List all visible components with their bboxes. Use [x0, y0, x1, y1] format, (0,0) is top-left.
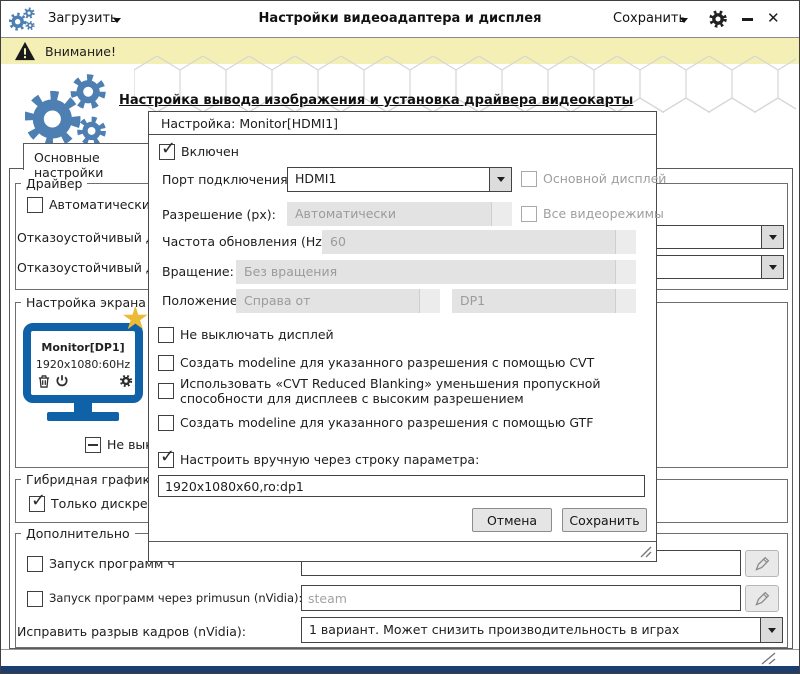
enabled-label: Включен — [181, 144, 239, 159]
gtf-modeline-label: Создать modeline для указанного разрешен… — [180, 415, 594, 430]
title-bar: Загрузить Настройки видеоадаптера и дисп… — [1, 1, 799, 38]
tear-select[interactable]: 1 вариант. Может снизить производительно… — [301, 617, 783, 643]
monitor-stand-base — [47, 412, 119, 421]
keep-display-on-label: Не выключать дисплей — [180, 327, 334, 342]
resolution-select: Автоматически — [287, 202, 512, 226]
chevron-down-icon[interactable] — [761, 226, 783, 248]
rotation-select: Без вращения — [236, 260, 636, 284]
minimize-icon[interactable] — [742, 18, 753, 21]
warning-text: Внимание! — [45, 44, 116, 59]
discrete-only-checkbox[interactable] — [29, 490, 46, 512]
tear-value: 1 вариант. Может снизить производительно… — [309, 622, 680, 637]
monitor-settings-dialog: Настройка: Monitor[HDMI1] Включен Порт п… — [148, 111, 666, 562]
refresh-rate-label: Частота обновления (Hz): — [162, 234, 331, 249]
port-label: Порт подключения: — [162, 172, 292, 187]
gear-icon[interactable] — [708, 9, 728, 29]
keep-display-on-checkbox[interactable] — [158, 327, 174, 343]
monitor-mode: 1920x1080:60Hz — [35, 358, 131, 371]
auto-driver-checkbox[interactable] — [27, 197, 43, 213]
gtf-modeline-checkbox[interactable] — [158, 415, 174, 431]
manual-param-label: Настроить вручную через строку параметра… — [180, 452, 480, 467]
cvt-modeline-label: Создать modeline для указанного разрешен… — [180, 355, 595, 370]
tear-label: Исправить разрыв кадров (nVidia): — [17, 624, 246, 639]
position-ref-select: DP1 — [452, 289, 636, 313]
resolution-value: Автоматически — [295, 206, 396, 221]
primus-input[interactable] — [301, 585, 741, 611]
close-icon[interactable]: ✕ — [767, 9, 780, 27]
group-hybrid-legend: Гибридная графика — [21, 472, 163, 487]
position-value: Справа от — [244, 293, 311, 308]
edit-icon — [755, 556, 770, 571]
edit-icon — [755, 591, 770, 606]
run-opts-checkbox[interactable] — [27, 556, 43, 572]
primary-display-label: Основной дисплей — [543, 171, 667, 186]
chevron-down-icon[interactable] — [489, 168, 511, 191]
edit-run-opts-button[interactable] — [745, 550, 779, 577]
edit-primus-button[interactable] — [745, 585, 779, 612]
resolution-label: Разрешение (px): — [162, 207, 276, 222]
cvt-reduced-label: Использовать «CVT Reduced Blanking» умен… — [180, 376, 601, 406]
chevron-down-icon[interactable] — [761, 256, 783, 278]
star-icon: ★ — [121, 299, 150, 337]
port-value: HDMI1 — [295, 171, 337, 186]
dialog-title: Настройка: Monitor[HDMI1] — [149, 112, 656, 135]
cvt-modeline-checkbox[interactable] — [158, 355, 174, 371]
manual-param-input[interactable] — [158, 475, 645, 497]
refresh-rate-value: 60 — [330, 234, 346, 249]
app-window: Загрузить Настройки видеоадаптера и дисп… — [0, 0, 800, 674]
trash-icon[interactable] — [38, 375, 50, 388]
all-modes-checkbox[interactable] — [521, 206, 537, 222]
save-button[interactable]: Сохранить — [562, 508, 647, 532]
primary-display-checkbox[interactable] — [521, 171, 537, 187]
port-select[interactable]: HDMI1 — [287, 167, 512, 192]
resize-grip-icon[interactable] — [755, 652, 777, 665]
position-ref-value: DP1 — [460, 293, 486, 308]
primus-label: Запуск программ через primusun (nVidia): — [49, 591, 303, 605]
header-gears-icon — [25, 74, 106, 148]
keep-on-checkbox[interactable] — [85, 437, 101, 453]
primus-checkbox[interactable] — [27, 591, 43, 607]
group-extra-legend: Дополнительно — [21, 526, 135, 541]
save-menu[interactable]: Сохранить — [613, 11, 686, 26]
status-bar — [1, 649, 799, 666]
monitor-gear-icon[interactable] — [119, 374, 133, 388]
dialog-footer — [149, 541, 656, 561]
cvt-reduced-checkbox[interactable] — [158, 383, 174, 399]
chevron-down-icon[interactable] — [760, 618, 782, 642]
save-caret-icon — [680, 18, 688, 23]
refresh-rate-select: 60 — [322, 230, 636, 254]
dialog-resize-grip-icon[interactable] — [639, 546, 653, 558]
cancel-button[interactable]: Отмена — [472, 508, 552, 532]
power-icon[interactable] — [55, 374, 69, 388]
rotation-label: Вращение: — [162, 264, 234, 279]
enabled-checkbox[interactable] — [159, 138, 176, 160]
manual-param-checkbox[interactable] — [158, 446, 175, 468]
position-select: Справа от — [236, 289, 440, 313]
page-title: Настройка вывода изображения и установка… — [119, 93, 634, 108]
warning-icon — [15, 41, 35, 61]
bottom-bar — [1, 665, 799, 673]
all-modes-label: Все видеорежимы — [543, 206, 664, 221]
monitor-name: Monitor[DP1] — [41, 341, 125, 354]
position-label: Положение: — [162, 293, 242, 308]
rotation-value: Без вращения — [244, 264, 338, 279]
